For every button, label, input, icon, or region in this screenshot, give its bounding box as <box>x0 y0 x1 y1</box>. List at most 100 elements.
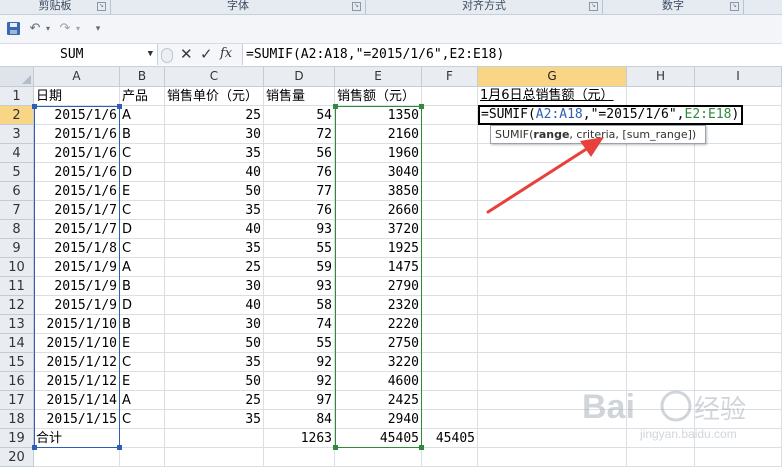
cell-total-f[interactable]: 45405 <box>422 429 478 448</box>
grid-cell[interactable] <box>478 277 627 296</box>
row-header-3[interactable]: 3 <box>0 125 34 144</box>
grid-cell[interactable] <box>478 315 627 334</box>
grid-cell[interactable] <box>627 410 695 429</box>
cell-date[interactable]: 2015/1/7 <box>34 201 120 220</box>
grid-cell[interactable] <box>627 258 695 277</box>
row-header-5[interactable]: 5 <box>0 163 34 182</box>
cell-price[interactable]: 25 <box>165 258 264 277</box>
cell-amount[interactable]: 2320 <box>335 296 422 315</box>
grid-cell[interactable] <box>34 448 120 467</box>
cell-price[interactable]: 50 <box>165 372 264 391</box>
cell-date[interactable]: 2015/1/10 <box>34 315 120 334</box>
row-header-14[interactable]: 14 <box>0 334 34 353</box>
grid-cell[interactable] <box>695 353 782 372</box>
cell-date[interactable]: 2015/1/6 <box>34 163 120 182</box>
grid-cell[interactable] <box>422 239 478 258</box>
column-header-f[interactable]: F <box>422 67 478 87</box>
grid-cell[interactable] <box>120 429 165 448</box>
grid-cell[interactable] <box>695 315 782 334</box>
grid-cell[interactable] <box>695 448 782 467</box>
grid-cell[interactable] <box>695 201 782 220</box>
grid-cell[interactable] <box>695 258 782 277</box>
cell-qty[interactable]: 56 <box>264 144 335 163</box>
cell-qty[interactable]: 58 <box>264 296 335 315</box>
grid-cell[interactable] <box>627 277 695 296</box>
cell-price[interactable]: 30 <box>165 277 264 296</box>
cell-amount[interactable]: 3720 <box>335 220 422 239</box>
cell-date[interactable]: 2015/1/6 <box>34 106 120 125</box>
grid-cell[interactable] <box>422 163 478 182</box>
cell-price[interactable]: 35 <box>165 239 264 258</box>
cell-price[interactable]: 30 <box>165 315 264 334</box>
grid-cell[interactable] <box>627 334 695 353</box>
cell-date[interactable]: 2015/1/12 <box>34 372 120 391</box>
redo-icon[interactable]: ↷ <box>58 20 72 38</box>
grid-cell[interactable] <box>695 429 782 448</box>
grid-cell[interactable] <box>422 106 478 125</box>
cell-date[interactable]: 2015/1/10 <box>34 334 120 353</box>
cell-product[interactable]: C <box>120 353 165 372</box>
cell-price[interactable]: 50 <box>165 182 264 201</box>
undo-icon[interactable]: ↶ <box>28 20 42 38</box>
grid-cell[interactable] <box>627 163 695 182</box>
grid-cell[interactable] <box>422 201 478 220</box>
cell-price[interactable]: 40 <box>165 220 264 239</box>
grid-cell[interactable] <box>695 87 782 106</box>
grid-cell[interactable] <box>695 125 782 144</box>
cell-amount[interactable]: 1350 <box>335 106 422 125</box>
grid-cell[interactable] <box>478 334 627 353</box>
row-header-6[interactable]: 6 <box>0 182 34 201</box>
cell-amount[interactable]: 3220 <box>335 353 422 372</box>
cell-header-amount[interactable]: 销售额（元） <box>335 87 422 106</box>
splitter-handle[interactable] <box>161 48 173 63</box>
cell-date[interactable]: 2015/1/9 <box>34 296 120 315</box>
cell-product[interactable]: B <box>120 315 165 334</box>
tooltip-arg-range[interactable]: range <box>533 128 569 141</box>
cell-qty[interactable]: 54 <box>264 106 335 125</box>
cell-amount[interactable]: 1925 <box>335 239 422 258</box>
grid-cell[interactable] <box>695 391 782 410</box>
grid-cell[interactable] <box>627 220 695 239</box>
grid-cell[interactable] <box>627 296 695 315</box>
grid-cell[interactable] <box>695 296 782 315</box>
cell-qty[interactable]: 92 <box>264 372 335 391</box>
row-header-7[interactable]: 7 <box>0 201 34 220</box>
grid-cell[interactable] <box>627 315 695 334</box>
row-header-8[interactable]: 8 <box>0 220 34 239</box>
cell-qty[interactable]: 92 <box>264 353 335 372</box>
cell-date[interactable]: 2015/1/12 <box>34 353 120 372</box>
cell-product[interactable]: D <box>120 296 165 315</box>
grid-cell[interactable] <box>627 391 695 410</box>
grid-cell[interactable] <box>695 277 782 296</box>
cell-qty[interactable]: 77 <box>264 182 335 201</box>
cell-qty[interactable]: 93 <box>264 277 335 296</box>
grid-cell[interactable] <box>422 277 478 296</box>
row-header-18[interactable]: 18 <box>0 410 34 429</box>
cell-header-price[interactable]: 销售单价（元） <box>165 87 264 106</box>
dialog-launcher-icon[interactable]: ↘ <box>589 2 598 11</box>
cell-product[interactable]: E <box>120 334 165 353</box>
column-header-a[interactable]: A <box>34 67 120 87</box>
chevron-down-icon[interactable]: ▾ <box>43 20 53 38</box>
cell-product[interactable]: C <box>120 410 165 429</box>
grid-cell[interactable] <box>627 448 695 467</box>
cell-date[interactable]: 2015/1/6 <box>34 144 120 163</box>
grid-cell[interactable] <box>627 353 695 372</box>
cell-qty[interactable]: 72 <box>264 125 335 144</box>
grid-cell[interactable] <box>422 220 478 239</box>
grid-cell[interactable] <box>422 353 478 372</box>
cell-amount[interactable]: 1475 <box>335 258 422 277</box>
column-header-e[interactable]: E <box>335 67 422 87</box>
grid-cell[interactable] <box>478 201 627 220</box>
cell-header-qty[interactable]: 销售量 <box>264 87 335 106</box>
grid-cell[interactable] <box>478 372 627 391</box>
grid-cell[interactable] <box>478 353 627 372</box>
cell-price[interactable]: 25 <box>165 391 264 410</box>
cell-amount[interactable]: 2220 <box>335 315 422 334</box>
grid-cell[interactable] <box>165 448 264 467</box>
cell-total-qty[interactable]: 1263 <box>264 429 335 448</box>
column-header-h[interactable]: H <box>627 67 695 87</box>
grid-cell[interactable] <box>695 163 782 182</box>
grid-cell[interactable] <box>627 429 695 448</box>
cell-amount[interactable]: 2160 <box>335 125 422 144</box>
